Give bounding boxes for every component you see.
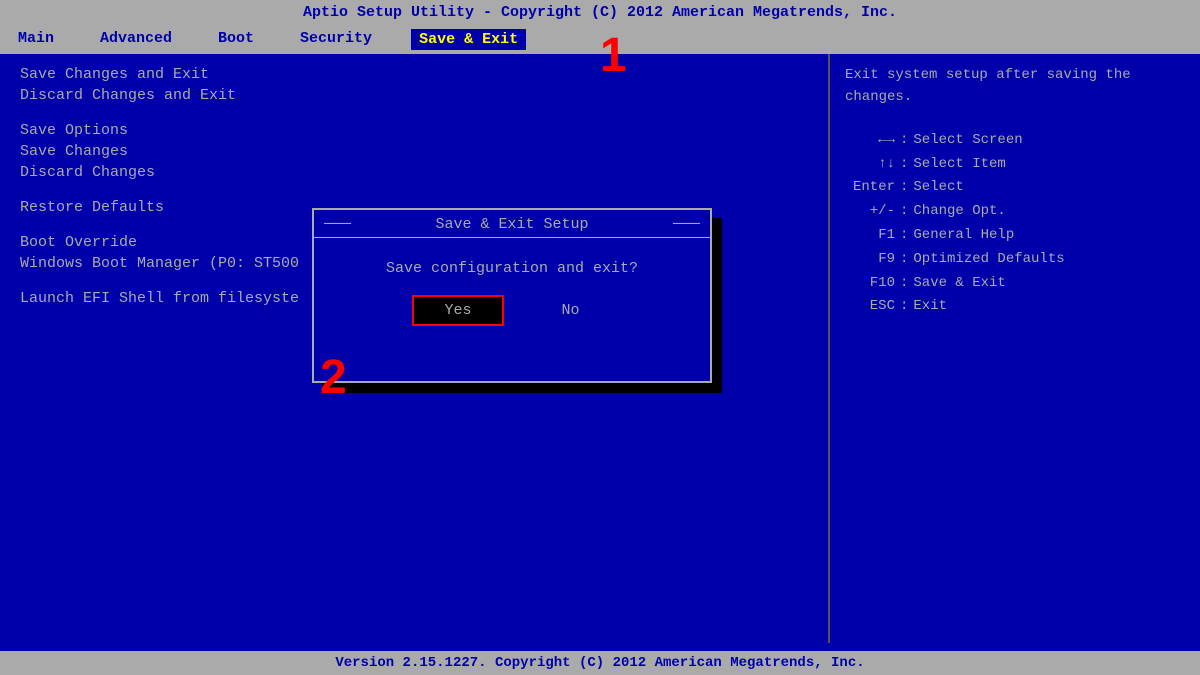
key-hint-f9: F9 : Optimized Defaults (845, 248, 1185, 272)
dialog-title: Save & Exit Setup (314, 210, 710, 238)
option-save-options-header: Save Options (20, 120, 808, 141)
key-hint-f1: F1 : General Help (845, 224, 1185, 248)
title-bar: Aptio Setup Utility - Copyright (C) 2012… (0, 0, 1200, 25)
option-discard-changes-exit[interactable]: Discard Changes and Exit (20, 85, 808, 106)
menu-item-save-exit[interactable]: Save & Exit (410, 28, 527, 51)
menu-item-security[interactable]: Security (292, 28, 380, 51)
bottom-text: Version 2.15.1227. Copyright (C) 2012 Am… (335, 655, 864, 671)
dialog-yes-button[interactable]: Yes (414, 297, 501, 324)
dialog-buttons: Yes No (414, 297, 609, 324)
menu-bar: Main Advanced Boot Security Save & Exit (0, 25, 1200, 54)
bottom-bar: Version 2.15.1227. Copyright (C) 2012 Am… (0, 651, 1200, 675)
key-hint-change-opt: +/- : Change Opt. (845, 200, 1185, 224)
option-save-changes[interactable]: Save Changes (20, 141, 808, 162)
key-hints: ←→ : Select Screen ↑↓ : Select Item Ente… (845, 129, 1185, 319)
key-hint-esc: ESC : Exit (845, 295, 1185, 319)
menu-item-main[interactable]: Main (10, 28, 62, 51)
dialog-no-button[interactable]: No (532, 297, 610, 324)
key-hint-f10: F10 : Save & Exit (845, 272, 1185, 296)
key-select-screen: ←→ (845, 129, 895, 153)
right-panel: Exit system setup after saving the chang… (830, 54, 1200, 643)
title-text: Aptio Setup Utility - Copyright (C) 2012… (303, 4, 897, 21)
key-hint-select-screen: ←→ : Select Screen (845, 129, 1185, 153)
menu-item-advanced[interactable]: Advanced (92, 28, 180, 51)
key-hint-select: Enter : Select (845, 176, 1185, 200)
menu-item-boot[interactable]: Boot (210, 28, 262, 51)
help-text: Exit system setup after saving the chang… (845, 64, 1185, 109)
dialog-message: Save configuration and exit? (366, 238, 658, 287)
option-discard-changes[interactable]: Discard Changes (20, 162, 808, 183)
key-hint-select-item: ↑↓ : Select Item (845, 153, 1185, 177)
option-save-changes-exit[interactable]: Save Changes and Exit (20, 64, 808, 85)
dialog-box: Save & Exit Setup Save configuration and… (312, 208, 712, 383)
